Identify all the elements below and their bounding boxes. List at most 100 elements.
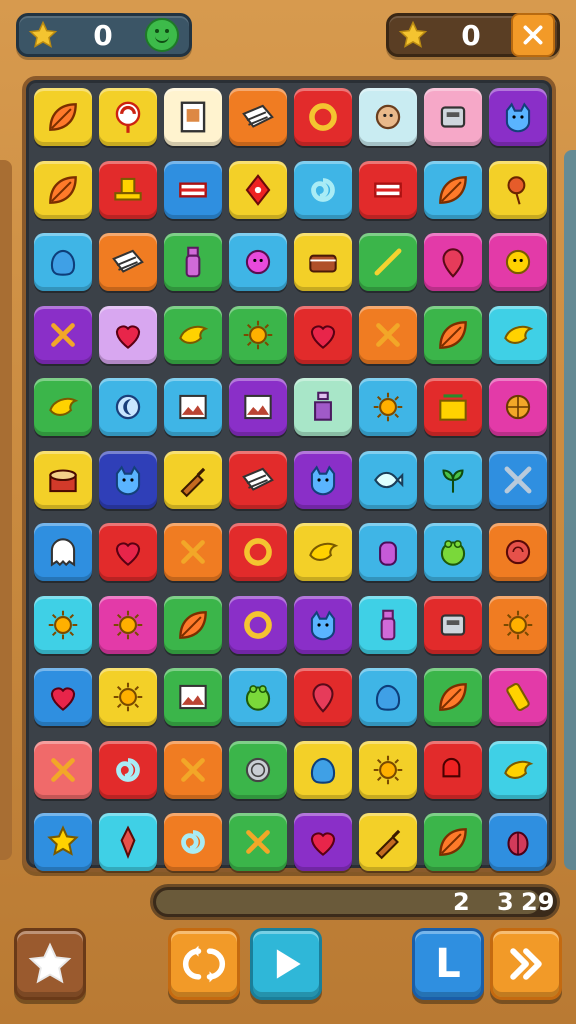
tile-r6-c6[interactable] — [359, 450, 417, 509]
tile-r7-c3[interactable] — [164, 523, 222, 581]
tile-r5-c8[interactable] — [489, 378, 547, 436]
tile-r7-c4[interactable] — [229, 523, 287, 581]
tile-r1-c4[interactable] — [229, 88, 287, 146]
tile-r1-c1[interactable] — [34, 88, 92, 146]
tile-r10-c1[interactable] — [34, 740, 92, 799]
tile-r10-c8[interactable] — [489, 740, 547, 799]
play-button[interactable] — [250, 928, 322, 1000]
tile-r5-c1[interactable] — [34, 378, 92, 436]
tile-r8-c6[interactable] — [359, 595, 417, 654]
tile-r2-c4[interactable] — [229, 160, 287, 219]
shuffle-button[interactable] — [168, 928, 240, 1000]
tile-r3-c6[interactable] — [359, 233, 417, 291]
l-button[interactable]: L — [412, 928, 484, 1000]
tile-r7-c5[interactable] — [294, 523, 352, 581]
close-button[interactable] — [511, 13, 555, 57]
tile-r11-c7[interactable] — [424, 813, 482, 871]
next-button[interactable] — [490, 928, 562, 1000]
tile-r2-c5[interactable] — [294, 160, 352, 219]
tile-r11-c5[interactable] — [294, 813, 352, 871]
tile-r3-c8[interactable] — [489, 233, 547, 291]
tile-r9-c1[interactable] — [34, 668, 92, 726]
tile-r2-c2[interactable] — [99, 160, 157, 219]
cross-icon — [376, 322, 400, 347]
tile-r6-c7[interactable] — [424, 450, 482, 509]
tile-r1-c2[interactable] — [99, 88, 157, 146]
tile-r10-c6[interactable] — [359, 740, 417, 799]
tile-r7-c1[interactable] — [34, 523, 92, 581]
tile-r10-c7[interactable] — [424, 740, 482, 799]
tile-r11-c2[interactable] — [99, 813, 157, 871]
tile-r8-c2[interactable] — [99, 595, 157, 654]
tile-r1-c8[interactable] — [489, 88, 547, 146]
tile-r2-c8[interactable] — [489, 160, 547, 219]
tile-r7-c6[interactable] — [359, 523, 417, 581]
tile-r11-c3[interactable] — [164, 813, 222, 871]
tile-r3-c4[interactable] — [229, 233, 287, 291]
tile-r8-c1[interactable] — [34, 595, 92, 654]
tile-r7-c8[interactable] — [489, 523, 547, 581]
tile-r8-c7[interactable] — [424, 595, 482, 654]
scrollbar[interactable] — [564, 150, 576, 870]
tile-r5-c7[interactable] — [424, 378, 482, 436]
tile-r4-c8[interactable] — [489, 305, 547, 364]
tools-icon — [504, 466, 532, 493]
sun-icon — [373, 392, 403, 422]
tile-r5-c2[interactable] — [99, 378, 157, 436]
tile-r6-c1[interactable] — [34, 450, 92, 509]
tile-r6-c5[interactable] — [294, 450, 352, 509]
tile-r3-c7[interactable] — [424, 233, 482, 291]
tile-r6-c4[interactable] — [229, 450, 287, 509]
tile-r2-c6[interactable] — [359, 160, 417, 219]
tile-r9-c5[interactable] — [294, 668, 352, 726]
tile-r6-c3[interactable] — [164, 450, 222, 509]
tile-r11-c4[interactable] — [229, 813, 287, 871]
tile-r4-c7[interactable] — [424, 305, 482, 364]
tile-r4-c1[interactable] — [34, 305, 92, 364]
tile-r4-c4[interactable] — [229, 305, 287, 364]
tile-r1-c6[interactable] — [359, 88, 417, 146]
tile-r4-c3[interactable] — [164, 305, 222, 364]
tile-r4-c6[interactable] — [359, 305, 417, 364]
tile-r10-c3[interactable] — [164, 740, 222, 799]
tile-r11-c1[interactable] — [34, 813, 92, 871]
tile-r10-c5[interactable] — [294, 740, 352, 799]
tile-r8-c4[interactable] — [229, 595, 287, 654]
tile-r8-c8[interactable] — [489, 595, 547, 654]
tile-r9-c2[interactable] — [99, 668, 157, 726]
tile-r8-c5[interactable] — [294, 595, 352, 654]
tile-r7-c2[interactable] — [99, 523, 157, 581]
tile-r5-c4[interactable] — [229, 378, 287, 436]
heart-icon — [310, 832, 336, 856]
smiley-icon[interactable] — [145, 18, 179, 52]
tile-r3-c1[interactable] — [34, 233, 92, 291]
tile-r7-c7[interactable] — [424, 523, 482, 581]
tile-r11-c8[interactable] — [489, 813, 547, 871]
tile-r9-c7[interactable] — [424, 668, 482, 726]
tile-r8-c3[interactable] — [164, 595, 222, 654]
tile-r2-c3[interactable] — [164, 160, 222, 219]
star-button[interactable] — [14, 928, 86, 1000]
tile-r9-c8[interactable] — [489, 668, 547, 726]
tile-r3-c2[interactable] — [99, 233, 157, 291]
tile-r10-c2[interactable] — [99, 740, 157, 799]
tile-r2-c1[interactable] — [34, 160, 92, 219]
tile-r9-c3[interactable] — [164, 668, 222, 726]
tile-r6-c8[interactable] — [489, 450, 547, 509]
tile-r9-c6[interactable] — [359, 668, 417, 726]
tile-r1-c5[interactable] — [294, 88, 352, 146]
tile-r3-c3[interactable] — [164, 233, 222, 291]
tile-r4-c2[interactable] — [99, 305, 157, 364]
tile-r5-c3[interactable] — [164, 378, 222, 436]
tile-r1-c7[interactable] — [424, 88, 482, 146]
tile-r6-c2[interactable] — [99, 450, 157, 509]
tile-r9-c4[interactable] — [229, 668, 287, 726]
tile-r10-c4[interactable] — [229, 740, 287, 799]
tile-r5-c5[interactable] — [294, 378, 352, 436]
tile-r3-c5[interactable] — [294, 233, 352, 291]
tile-r2-c7[interactable] — [424, 160, 482, 219]
tile-r4-c5[interactable] — [294, 305, 352, 364]
tile-r11-c6[interactable] — [359, 813, 417, 871]
tile-r5-c6[interactable] — [359, 378, 417, 436]
tile-r1-c3[interactable] — [164, 88, 222, 146]
